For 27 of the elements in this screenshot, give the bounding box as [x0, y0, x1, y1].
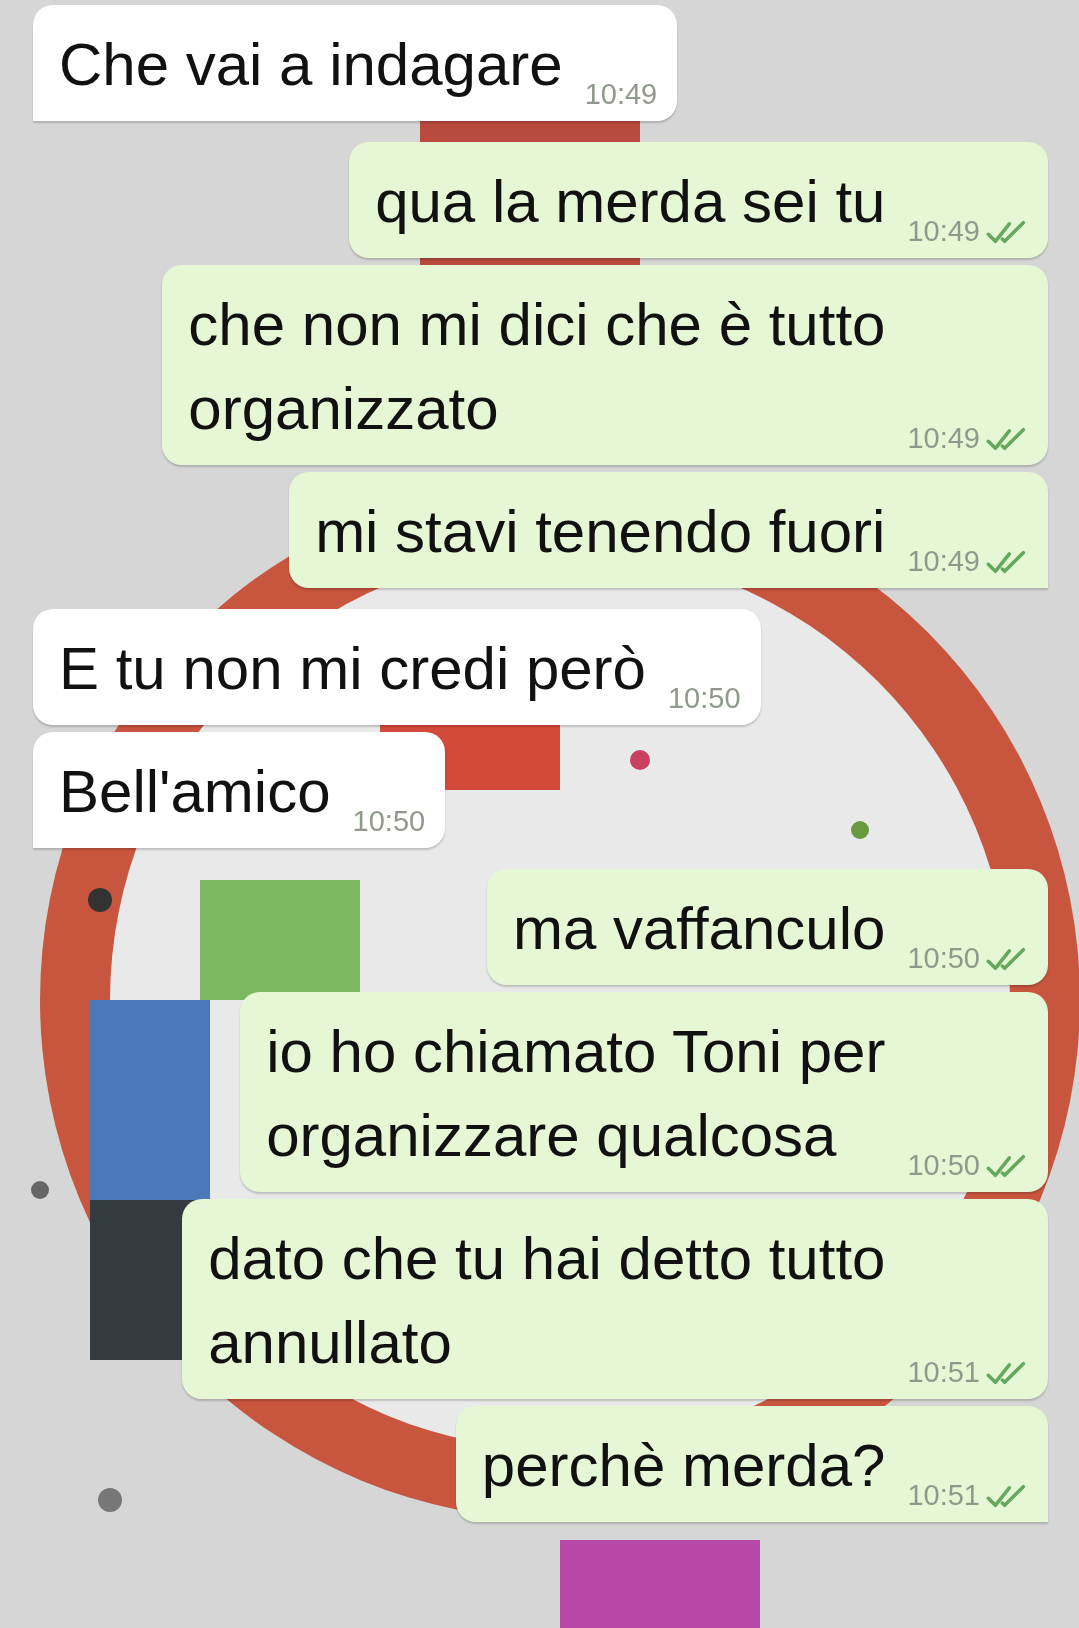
message-time: 10:49 [907, 545, 980, 578]
message-text: Bell'amico [59, 757, 331, 827]
message-text: E tu non mi credi però [59, 634, 646, 704]
double-check-icon [986, 548, 1028, 575]
message-text: perchè merda? [481, 1431, 886, 1501]
double-check-icon [986, 1359, 1028, 1386]
message-time: 10:51 [907, 1356, 980, 1389]
message-text: qua la merda sei tu [375, 167, 886, 237]
double-check-icon [986, 945, 1028, 972]
message-text: mi stavi tenendo fuori [315, 497, 886, 567]
message-time: 10:50 [667, 682, 741, 715]
message-text: che non mi dici che è tutto organizzato [188, 290, 886, 444]
message-time: 10:50 [352, 805, 426, 838]
message-time: 10:50 [907, 942, 980, 975]
message-time: 10:50 [907, 1149, 980, 1182]
message-time: 10:51 [907, 1479, 980, 1512]
message-time: 10:49 [907, 422, 980, 455]
message-time: 10:49 [584, 78, 658, 111]
message-text: Che vai a indagare [59, 30, 563, 100]
double-check-icon [986, 218, 1028, 245]
double-check-icon [986, 1152, 1028, 1179]
double-check-icon [986, 425, 1028, 452]
double-check-icon [986, 1482, 1028, 1509]
message-text: io ho chiamato Toni per organizzare qualcosa [266, 1017, 886, 1171]
message-text: ma vaffanculo [512, 894, 886, 964]
message-time: 10:49 [907, 215, 980, 248]
message-text: dato che tu hai detto tutto annullato [208, 1224, 886, 1378]
